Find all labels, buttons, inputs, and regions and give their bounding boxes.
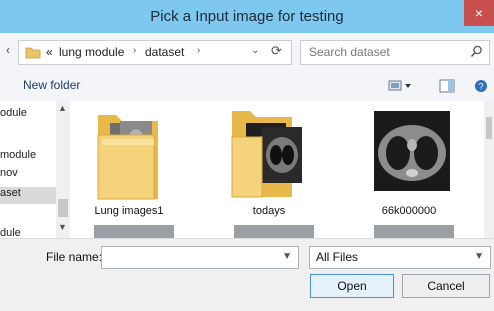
file-name: todays <box>252 205 286 217</box>
close-button[interactable]: × <box>464 0 494 26</box>
breadcrumb-separator-icon[interactable]: › <box>197 45 200 56</box>
file-type-select[interactable]: All Files ▼ <box>309 246 491 269</box>
nav-item-label: dule <box>0 227 21 238</box>
back-icon[interactable]: ‹ <box>6 43 10 57</box>
file-item[interactable]: Lung images1 <box>74 105 184 217</box>
file-item[interactable]: 66k000000 <box>354 105 464 217</box>
folder-icon <box>97 115 158 200</box>
file-item[interactable]: todays <box>214 105 324 217</box>
file-item-partial[interactable] <box>374 225 454 238</box>
svg-text:?: ? <box>478 82 483 92</box>
nav-item[interactable]: dule <box>0 227 56 238</box>
file-name-input[interactable]: ▼ <box>101 246 299 269</box>
file-dialog: Pick a Input image for testing × ‹ « lun… <box>0 0 494 311</box>
view-options-icon[interactable] <box>388 79 414 93</box>
folder-icon <box>25 47 41 59</box>
refresh-icon[interactable]: ⟳ <box>271 43 282 59</box>
file-item-partial[interactable] <box>234 225 314 238</box>
navigation-scrollbar[interactable]: ▲ ▼ <box>56 101 70 238</box>
file-list: Lung images1 todays 66k000000 <box>70 101 484 238</box>
breadcrumb-separator-icon: › <box>133 45 137 56</box>
scroll-up-icon[interactable]: ▲ <box>58 103 67 113</box>
nav-item-label: aset <box>0 187 21 199</box>
preview-pane-icon[interactable] <box>439 79 455 93</box>
search-icon[interactable] <box>470 45 483 58</box>
navigation-pane: odule module nov aset dule <box>0 101 57 238</box>
breadcrumb-lung-module[interactable]: lung module <box>59 45 124 59</box>
title-bar: Pick a Input image for testing × <box>0 0 494 33</box>
address-history-chevron-icon[interactable]: ⌄ <box>251 45 259 56</box>
file-name: Lung images1 <box>94 205 164 217</box>
help-icon[interactable]: ? <box>474 79 488 93</box>
new-folder-button[interactable]: New folder <box>23 78 80 92</box>
scrollbar-thumb[interactable] <box>58 199 68 217</box>
close-icon: × <box>474 5 484 21</box>
nav-item[interactable]: nov <box>0 167 56 183</box>
content-scrollbar[interactable] <box>484 101 494 238</box>
file-name-label: File name: <box>46 250 103 264</box>
breadcrumb-dataset[interactable]: dataset <box>145 45 184 59</box>
dialog-title: Pick a Input image for testing <box>150 8 344 25</box>
nav-item-label: nov <box>0 167 18 179</box>
nav-item[interactable]: odule <box>0 107 56 123</box>
file-type-value: All Files <box>316 250 359 264</box>
file-item-partial[interactable] <box>94 225 174 238</box>
nav-item-label: module <box>0 149 37 161</box>
open-button[interactable]: Open <box>310 274 394 298</box>
search-placeholder: Search dataset <box>309 45 390 59</box>
scroll-down-icon[interactable]: ▼ <box>58 222 67 232</box>
folder-icon <box>231 111 302 198</box>
file-name-history-chevron-icon[interactable]: ▼ <box>282 251 292 262</box>
scrollbar-thumb[interactable] <box>486 117 492 139</box>
search-box[interactable]: Search dataset <box>300 40 490 65</box>
nav-item-selected[interactable]: aset <box>0 187 56 204</box>
address-bar[interactable]: « lung module › dataset › ⌄ ⟳ <box>18 40 292 65</box>
image-thumbnail-icon <box>374 111 450 191</box>
cancel-button[interactable]: Cancel <box>402 274 490 298</box>
file-type-chevron-icon[interactable]: ▼ <box>474 251 484 262</box>
file-name: 66k000000 <box>381 205 437 217</box>
overflow-chevron-icon[interactable]: « <box>46 45 53 59</box>
nav-item-label: odule <box>0 107 27 119</box>
nav-item[interactable]: module <box>0 149 56 165</box>
